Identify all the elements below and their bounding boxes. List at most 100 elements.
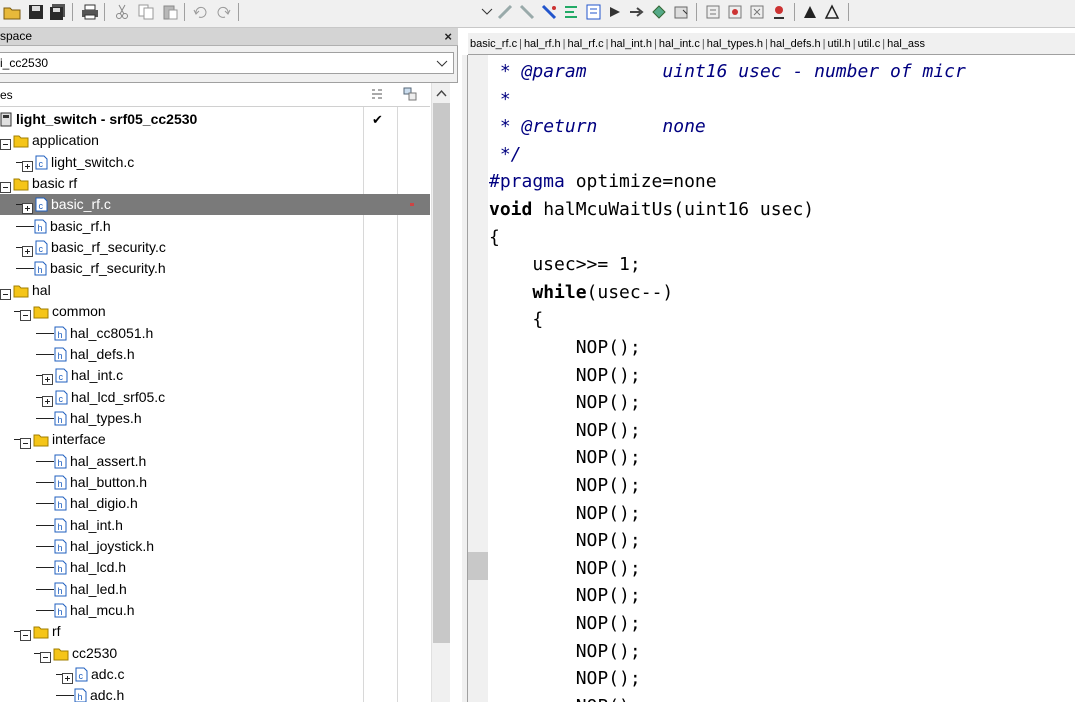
tree-item[interactable]: hal	[0, 280, 430, 301]
tree-item[interactable]: h basic_rf_security.h	[0, 258, 430, 279]
tree-item[interactable]: h adc.h	[0, 685, 430, 702]
close-icon[interactable]: ×	[444, 28, 452, 45]
expand-icon[interactable]	[22, 242, 33, 258]
editor-tab[interactable]: hal_defs.h	[768, 38, 823, 50]
code-line: #pragma optimize=none	[489, 171, 717, 193]
editor-tab[interactable]: basic_rf.c	[468, 38, 519, 50]
configuration-select[interactable]: i_cc2530	[0, 52, 454, 74]
tree-item[interactable]: h hal_assert.h	[0, 451, 430, 472]
editor-tab[interactable]: hal_int.h	[608, 38, 654, 50]
tree-item[interactable]: common	[0, 301, 430, 322]
scrollbar-thumb[interactable]	[433, 103, 450, 643]
toggle-bookmark-icon[interactable]	[496, 2, 516, 22]
print-icon[interactable]	[80, 2, 100, 22]
editor-tab[interactable]: util.h	[825, 38, 852, 50]
tree-item[interactable]: c basic_rf.c	[0, 194, 430, 216]
tree-vertical-scrollbar[interactable]	[431, 83, 450, 702]
toolbar-separator	[848, 3, 849, 21]
collapse-icon[interactable]	[20, 434, 31, 450]
files-column-header[interactable]: es	[0, 88, 13, 102]
editor-tab[interactable]: hal_rf.c	[566, 38, 606, 50]
toolbar-separator	[184, 3, 185, 21]
chevron-down-icon[interactable]	[435, 54, 449, 72]
paste-icon[interactable]	[160, 2, 180, 22]
expand-icon[interactable]	[22, 157, 33, 172]
collapse-icon[interactable]	[40, 648, 51, 663]
make-icon[interactable]	[672, 2, 692, 22]
options-column-icon[interactable]	[370, 87, 384, 101]
code-line: *	[489, 88, 511, 110]
expand-icon[interactable]	[42, 392, 53, 407]
breakpoint-list-icon[interactable]	[726, 2, 746, 22]
expand-icon[interactable]	[42, 370, 53, 386]
collapse-icon[interactable]	[0, 178, 11, 194]
code-line: while(usec--)	[532, 281, 674, 303]
tree-item[interactable]: application	[0, 130, 430, 151]
tree-item[interactable]: h basic_rf.h	[0, 216, 430, 237]
editor-tab[interactable]: hal_ass	[885, 38, 927, 50]
tree-item[interactable]: light_switch - srf05_cc2530 ✔	[0, 109, 430, 130]
navigate-icon[interactable]	[628, 2, 648, 22]
tree-item[interactable]: c basic_rf_security.c	[0, 237, 430, 258]
debug-without-download-icon[interactable]	[822, 2, 842, 22]
code-area[interactable]: * @param uint16 usec - number of micr * …	[489, 55, 1075, 702]
tree-item-label: hal_led.h	[70, 580, 127, 597]
expand-icon[interactable]	[22, 199, 33, 215]
tree-item[interactable]: c hal_int.c	[0, 365, 430, 386]
tree-item[interactable]: h hal_defs.h	[0, 344, 430, 365]
goto-icon[interactable]	[584, 2, 604, 22]
open-icon[interactable]	[2, 2, 22, 22]
editor-tab[interactable]: hal_int.c	[657, 38, 702, 50]
code-editor[interactable]: * @param uint16 usec - number of micr * …	[462, 55, 1075, 702]
breakpoint-icon[interactable]	[748, 2, 768, 22]
tree-item[interactable]: h hal_lcd.h	[0, 557, 430, 578]
save-all-icon[interactable]	[48, 2, 68, 22]
download-and-debug-icon[interactable]	[800, 2, 820, 22]
tree-item[interactable]: h hal_int.h	[0, 515, 430, 536]
svg-text:c: c	[79, 671, 84, 681]
build-status-column-icon[interactable]	[403, 87, 417, 101]
svg-text:h: h	[58, 458, 63, 468]
save-icon[interactable]	[26, 2, 46, 22]
tree-item[interactable]: h hal_cc8051.h	[0, 323, 430, 344]
tree-item[interactable]: h hal_types.h	[0, 408, 430, 429]
collapse-icon[interactable]	[0, 135, 11, 151]
tree-item[interactable]: h hal_digio.h	[0, 493, 430, 514]
tree-item[interactable]: rf	[0, 621, 430, 642]
toolbar-dropdown-arrow-icon[interactable]	[477, 2, 497, 22]
find-in-files-icon[interactable]	[562, 2, 582, 22]
tree-item[interactable]: c hal_lcd_srf05.c	[0, 387, 430, 408]
tree-item[interactable]: basic rf	[0, 173, 430, 194]
tree-item-label: basic rf	[32, 175, 78, 192]
tree-item[interactable]: h hal_joystick.h	[0, 536, 430, 557]
collapse-icon[interactable]	[20, 626, 31, 642]
tree-item[interactable]: c adc.c	[0, 664, 430, 685]
compile-icon[interactable]	[650, 2, 670, 22]
editor-gutter[interactable]	[468, 55, 488, 702]
copy-icon[interactable]	[136, 2, 156, 22]
tree-item[interactable]: c light_switch.c	[0, 152, 430, 173]
editor-tab[interactable]: hal_types.h	[705, 38, 765, 50]
tree-connector	[16, 268, 34, 270]
navigate-forward-icon[interactable]	[606, 2, 626, 22]
editor-tab[interactable]: hal_rf.h	[522, 38, 563, 50]
collapse-icon[interactable]	[0, 285, 11, 300]
collapse-icon[interactable]	[20, 306, 31, 322]
tree-item[interactable]: interface	[0, 429, 430, 450]
expand-icon[interactable]	[62, 669, 73, 685]
debug-icon[interactable]	[770, 2, 790, 22]
scroll-up-icon[interactable]	[435, 87, 448, 99]
tree-item[interactable]: h hal_led.h	[0, 579, 430, 600]
editor-tab[interactable]: util.c	[856, 38, 883, 50]
tree-item[interactable]: cc2530	[0, 643, 430, 664]
find-icon[interactable]	[540, 2, 560, 22]
undo-icon[interactable]	[190, 2, 210, 22]
gutter-scroll-mark	[468, 552, 488, 580]
redo-icon[interactable]	[214, 2, 234, 22]
tree-item[interactable]: h hal_mcu.h	[0, 600, 430, 621]
tree-item[interactable]: h hal_button.h	[0, 472, 430, 493]
next-bookmark-icon[interactable]	[518, 2, 538, 22]
tree-item-label: basic_rf.c	[51, 196, 111, 213]
cut-icon[interactable]	[112, 2, 132, 22]
stop-build-icon[interactable]	[704, 2, 724, 22]
